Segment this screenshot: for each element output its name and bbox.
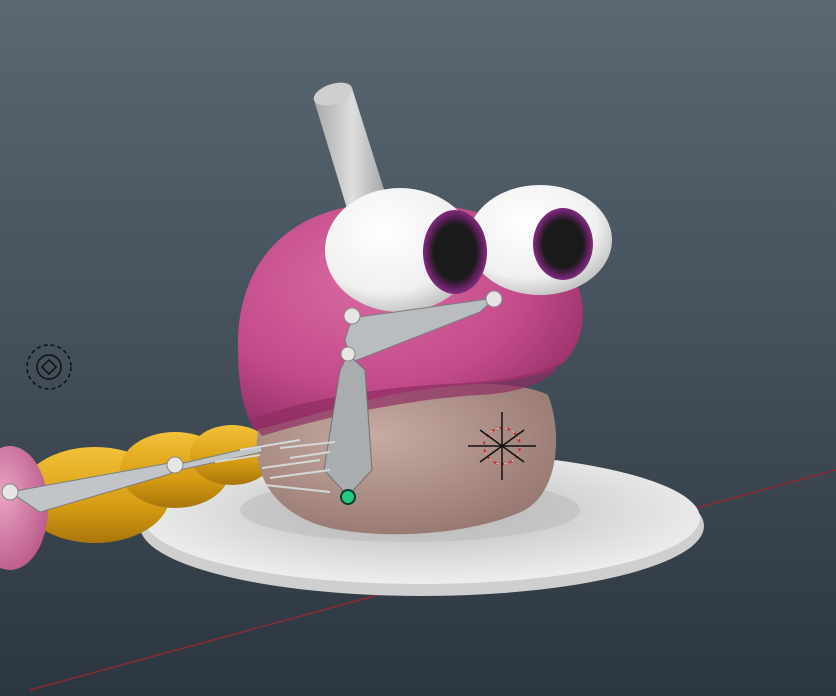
joint-tail-root[interactable]: [1, 483, 19, 501]
pupil-left: [423, 210, 487, 294]
joint-eye-end[interactable]: [485, 290, 503, 308]
3d-viewport[interactable]: [0, 0, 836, 696]
joint-selected[interactable]: [340, 489, 356, 505]
eye-right[interactable]: [468, 185, 612, 295]
viewport-canvas[interactable]: [0, 0, 836, 696]
joint-tail-mid[interactable]: [166, 456, 184, 474]
joint-eye-root[interactable]: [343, 307, 361, 325]
pupil-right: [533, 208, 593, 280]
joint-spine-root[interactable]: [340, 346, 356, 362]
